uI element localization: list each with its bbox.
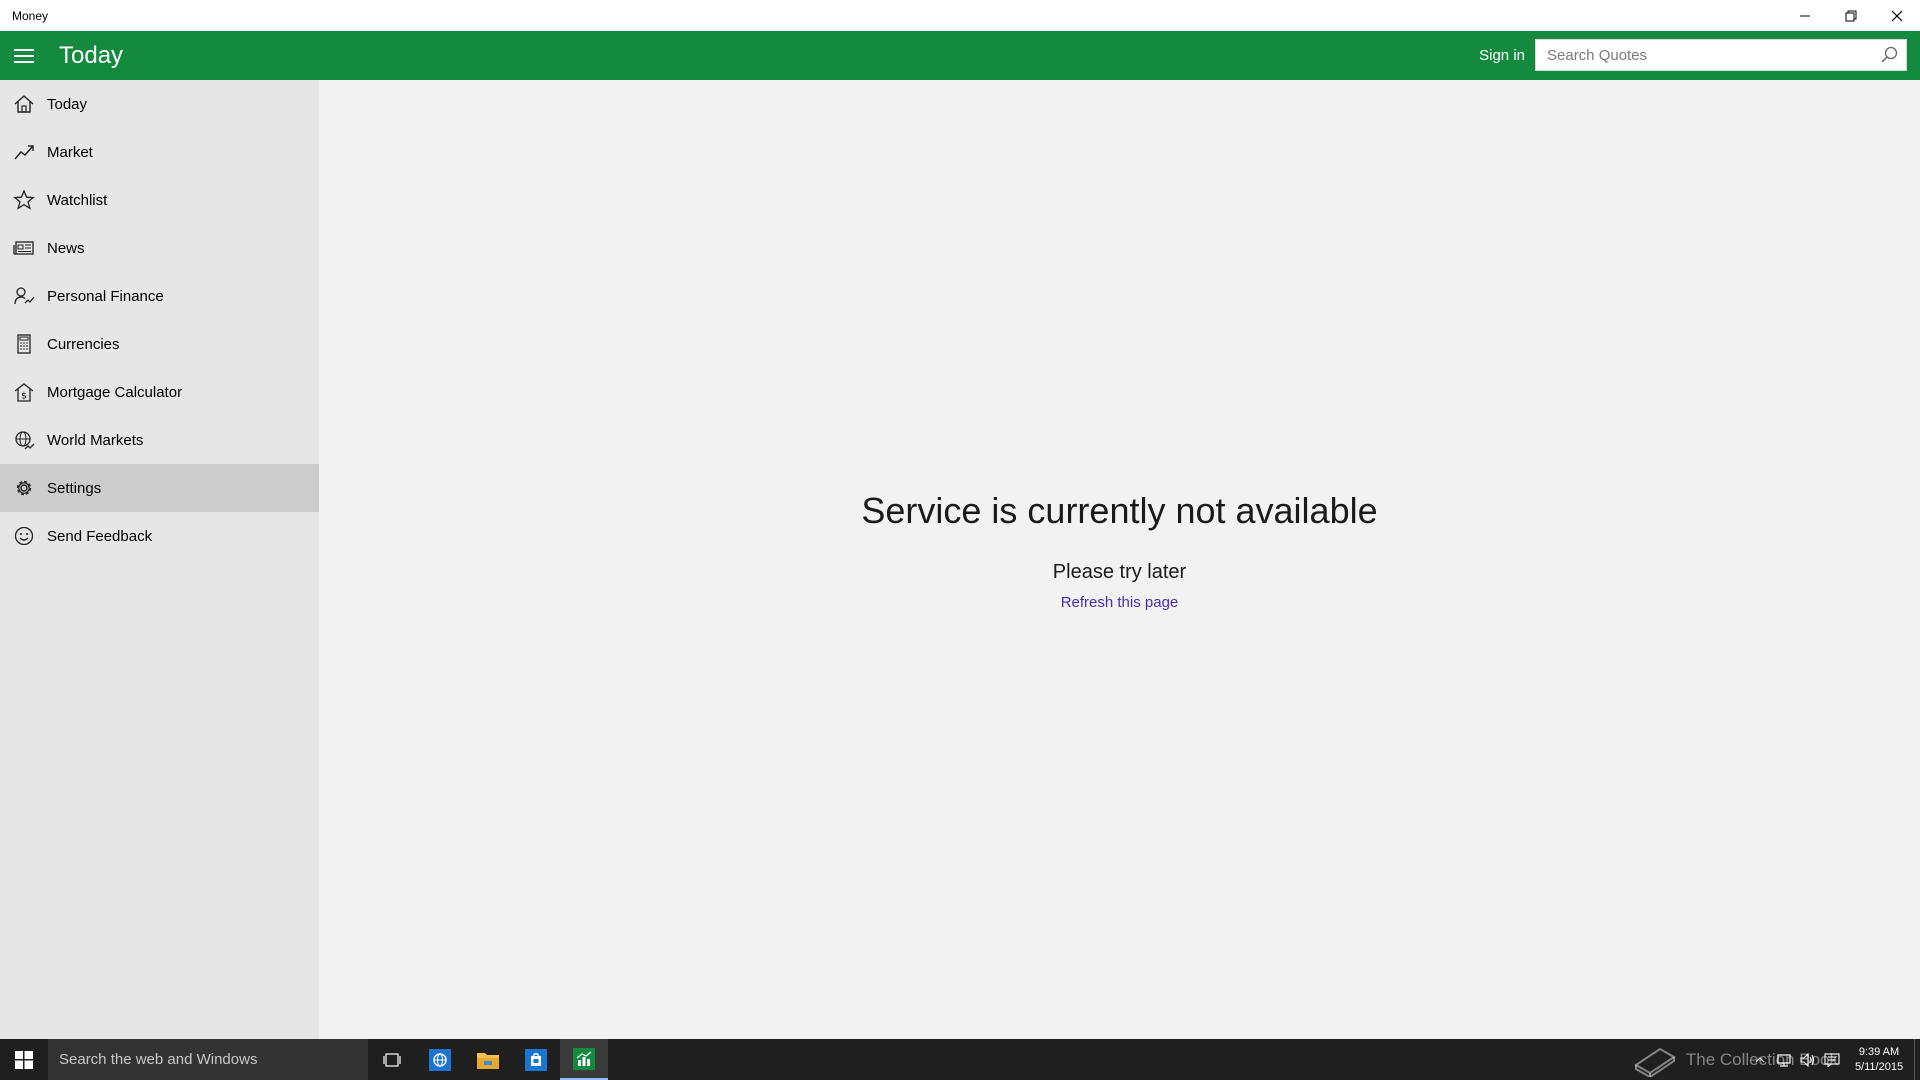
trend-icon [0, 128, 47, 176]
nav-sidebar: Today Market Watchlist News Personal Fin… [0, 80, 319, 1039]
action-center-button[interactable] [1820, 1039, 1844, 1080]
sidebar-item-label: Mortgage Calculator [47, 383, 183, 401]
search-button[interactable] [1872, 40, 1906, 70]
close-button[interactable] [1874, 0, 1920, 31]
browser-icon [429, 1048, 451, 1071]
sidebar-item-currencies[interactable]: Currencies [0, 320, 319, 368]
taskbar-money-button[interactable] [560, 1039, 608, 1080]
show-desktop-button[interactable] [1914, 1039, 1920, 1080]
sidebar-item-news[interactable]: News [0, 224, 319, 272]
gear-icon [0, 464, 47, 512]
title-bar: Money [0, 0, 1920, 31]
taskbar-browser-button[interactable] [416, 1039, 464, 1080]
store-icon [525, 1048, 547, 1071]
star-icon [0, 176, 47, 224]
sidebar-item-settings[interactable]: Settings [0, 464, 319, 512]
network-button[interactable] [1772, 1039, 1796, 1080]
house-dollar-icon: $ [0, 368, 47, 416]
task-view-button[interactable] [368, 1039, 416, 1080]
sidebar-item-label: News [47, 239, 85, 257]
person-chart-icon [0, 272, 47, 320]
refresh-link[interactable]: Refresh this page [1061, 594, 1179, 611]
taskbar-clock[interactable]: 9:39 AM 5/11/2015 [1844, 1045, 1914, 1075]
error-subtitle: Please try later [1052, 561, 1187, 583]
clock-time: 9:39 AM [1858, 1045, 1900, 1058]
sidebar-item-personal-finance[interactable]: Personal Finance [0, 272, 319, 320]
chevron-up-icon [1755, 1056, 1765, 1062]
clock-date: 5/11/2015 [1854, 1060, 1904, 1073]
search-icon [1881, 46, 1898, 63]
hamburger-button[interactable] [0, 31, 48, 80]
sidebar-item-watchlist[interactable]: Watchlist [0, 176, 319, 224]
sidebar-item-label: World Markets [47, 431, 144, 449]
svg-text:$: $ [21, 392, 27, 402]
main-content: Service is currently not available Pleas… [319, 80, 1920, 1039]
sidebar-item-label: Market [47, 143, 93, 161]
sidebar-item-label: Currencies [47, 335, 120, 353]
app-header: Today Sign in [0, 31, 1920, 80]
show-hidden-icons-button[interactable] [1748, 1039, 1772, 1080]
sign-in-link[interactable]: Sign in [1479, 31, 1525, 80]
home-icon [0, 80, 47, 128]
smiley-icon [0, 512, 47, 560]
sidebar-item-label: Today [47, 95, 88, 113]
windows-logo-icon [15, 1050, 33, 1069]
taskbar-store-button[interactable] [512, 1039, 560, 1080]
notification-icon [1824, 1052, 1840, 1067]
sidebar-item-label: Personal Finance [47, 287, 164, 305]
minimize-icon [1800, 15, 1810, 16]
sidebar-item-label: Send Feedback [47, 527, 153, 545]
globe-icon [0, 416, 47, 464]
hamburger-icon [14, 48, 34, 63]
book-logo-icon [1633, 1047, 1676, 1077]
calculator-icon [0, 320, 47, 368]
folder-icon [477, 1052, 499, 1069]
sidebar-item-world-markets[interactable]: World Markets [0, 416, 319, 464]
sidebar-item-label: Settings [47, 479, 102, 497]
search-quotes-box [1535, 39, 1907, 71]
sidebar-item-market[interactable]: Market [0, 128, 319, 176]
task-view-icon [383, 1052, 401, 1067]
sidebar-item-label: Watchlist [47, 191, 108, 209]
sidebar-item-mortgage-calculator[interactable]: $ Mortgage Calculator [0, 368, 319, 416]
restore-icon [1845, 10, 1857, 21]
system-tray: 9:39 AM 5/11/2015 [1748, 1039, 1920, 1080]
volume-icon [1800, 1052, 1815, 1067]
newspaper-icon [0, 224, 47, 272]
page-title: Today [59, 41, 124, 69]
taskbar: Search the web and Windows The Collectio… [0, 1039, 1920, 1080]
restore-button[interactable] [1828, 0, 1874, 31]
volume-button[interactable] [1796, 1039, 1820, 1080]
minimize-button[interactable] [1782, 0, 1828, 31]
sidebar-item-send-feedback[interactable]: Send Feedback [0, 512, 319, 560]
error-title: Service is currently not available [861, 490, 1378, 531]
search-quotes-input[interactable] [1536, 41, 1872, 69]
start-button[interactable] [0, 1039, 48, 1080]
taskbar-search-box[interactable]: Search the web and Windows [48, 1039, 368, 1080]
taskbar-file-explorer-button[interactable] [464, 1039, 512, 1080]
close-icon [1891, 10, 1903, 21]
money-app-icon [573, 1047, 595, 1070]
window-title: Money [12, 8, 49, 23]
network-icon [1777, 1053, 1791, 1067]
window-controls [1782, 0, 1920, 31]
sidebar-item-today[interactable]: Today [0, 80, 319, 128]
